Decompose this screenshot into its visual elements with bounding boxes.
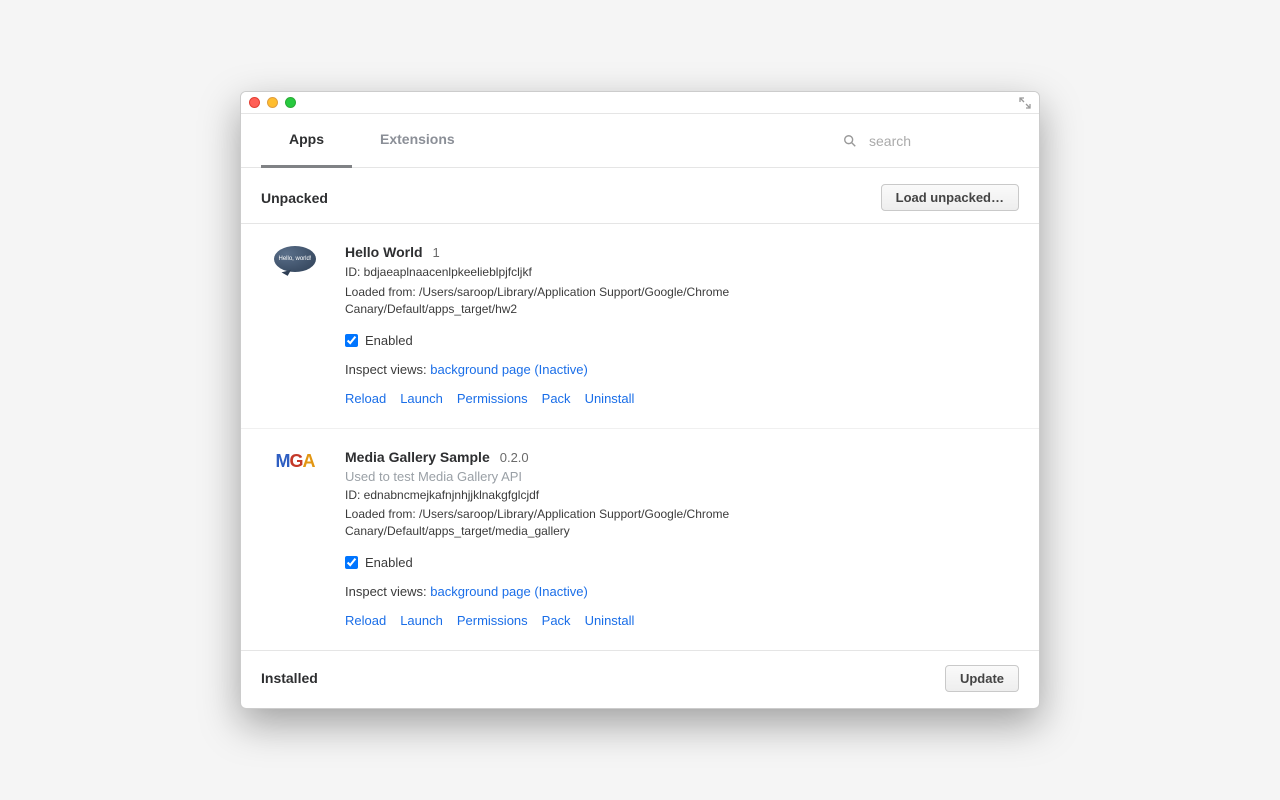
app-row-hello-world: Hello, world! Hello World 1 ID: bdjaeapl… [241, 224, 1039, 427]
search-wrap [843, 133, 1019, 149]
app-icon-media-gallery: MGA [271, 449, 319, 497]
inspect-background-link[interactable]: background page (Inactive) [430, 362, 588, 377]
reload-link[interactable]: Reload [345, 613, 386, 628]
uninstall-link[interactable]: Uninstall [585, 391, 635, 406]
permissions-link[interactable]: Permissions [457, 391, 528, 406]
apps-list: Hello, world! Hello World 1 ID: bdjaeapl… [241, 224, 1039, 649]
pack-link[interactable]: Pack [542, 391, 571, 406]
tabs: Apps Extensions [261, 114, 483, 168]
app-id: ID: ednabncmejkafnjnhjjklnakgfglcjdf [345, 487, 765, 504]
enabled-label: Enabled [365, 333, 413, 348]
tab-apps[interactable]: Apps [261, 114, 352, 168]
enabled-checkbox[interactable] [345, 334, 358, 347]
app-id: ID: bdjaeaplnaacenlpkeelieblpjfcljkf [345, 264, 765, 281]
speech-bubble-text: Hello, world! [278, 256, 311, 262]
zoom-button[interactable] [285, 97, 296, 108]
installed-title: Installed [261, 670, 318, 686]
uninstall-link[interactable]: Uninstall [585, 613, 635, 628]
permissions-link[interactable]: Permissions [457, 613, 528, 628]
app-name: Media Gallery Sample [345, 449, 490, 465]
launch-link[interactable]: Launch [400, 391, 443, 406]
tab-extensions[interactable]: Extensions [352, 114, 483, 168]
launch-link[interactable]: Launch [400, 613, 443, 628]
search-input[interactable] [869, 133, 1009, 149]
app-row-media-gallery: MGA Media Gallery Sample 0.2.0 Used to t… [241, 428, 1039, 650]
app-name: Hello World [345, 244, 423, 260]
extensions-window: Apps Extensions Unpacked Load unpacked… … [240, 91, 1040, 708]
app-body: Hello World 1 ID: bdjaeaplnaacenlpkeelie… [345, 244, 1019, 405]
unpacked-header: Unpacked Load unpacked… [241, 168, 1039, 224]
pack-link[interactable]: Pack [542, 613, 571, 628]
app-loaded-from: Loaded from: /Users/saroop/Library/Appli… [345, 506, 765, 541]
close-button[interactable] [249, 97, 260, 108]
titlebar [241, 92, 1039, 114]
minimize-button[interactable] [267, 97, 278, 108]
installed-header: Installed Update [241, 650, 1039, 708]
enabled-checkbox-row[interactable]: Enabled [345, 555, 1019, 570]
inspect-background-link[interactable]: background page (Inactive) [430, 584, 588, 599]
fullscreen-icon[interactable] [1019, 96, 1031, 108]
mga-icon: MGA [275, 451, 314, 472]
search-icon [843, 134, 857, 148]
traffic-lights [249, 97, 296, 108]
app-body: Media Gallery Sample 0.2.0 Used to test … [345, 449, 1019, 628]
update-button[interactable]: Update [945, 665, 1019, 692]
app-icon-hello-world: Hello, world! [271, 244, 319, 292]
enabled-checkbox-row[interactable]: Enabled [345, 333, 1019, 348]
reload-link[interactable]: Reload [345, 391, 386, 406]
enabled-label: Enabled [365, 555, 413, 570]
unpacked-title: Unpacked [261, 190, 328, 206]
app-version: 0.2.0 [500, 450, 529, 465]
tabbar: Apps Extensions [241, 114, 1039, 168]
app-description: Used to test Media Gallery API [345, 469, 1019, 484]
load-unpacked-button[interactable]: Load unpacked… [881, 184, 1019, 211]
inspect-views: Inspect views: background page (Inactive… [345, 362, 1019, 377]
app-actions: Reload Launch Permissions Pack Uninstall [345, 613, 1019, 628]
inspect-views: Inspect views: background page (Inactive… [345, 584, 1019, 599]
enabled-checkbox[interactable] [345, 556, 358, 569]
speech-bubble-icon: Hello, world! [274, 246, 316, 272]
app-version: 1 [433, 245, 440, 260]
app-actions: Reload Launch Permissions Pack Uninstall [345, 391, 1019, 406]
app-loaded-from: Loaded from: /Users/saroop/Library/Appli… [345, 284, 765, 319]
